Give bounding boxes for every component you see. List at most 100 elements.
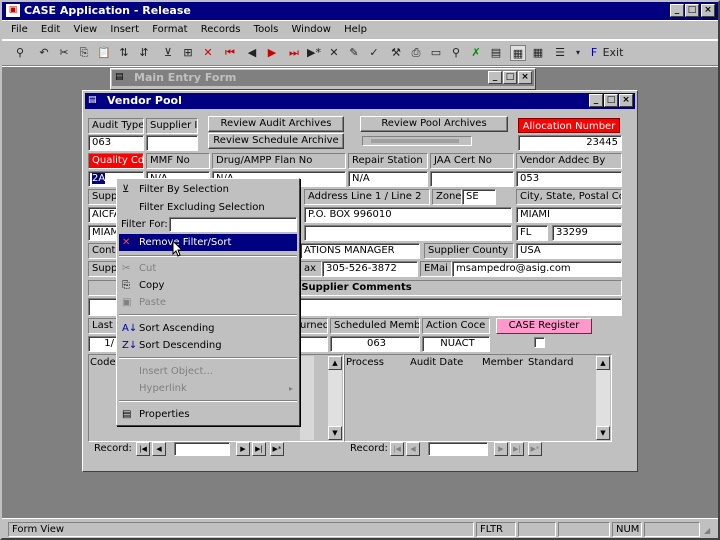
dropdown-icon[interactable]: ▾ xyxy=(570,45,586,61)
vendor-added-by-field[interactable]: 053 xyxy=(516,171,622,187)
spelling-icon[interactable]: ✓ xyxy=(366,45,382,61)
form-view-icon[interactable]: ▦ xyxy=(510,45,526,61)
codes-first-record[interactable]: |◀ xyxy=(136,442,150,456)
codes-next-record[interactable]: ▶ xyxy=(236,442,250,456)
menu-copy[interactable]: ⎘ Copy xyxy=(119,277,297,294)
main-entry-minimize-button[interactable]: _ xyxy=(488,71,502,84)
menu-insert-object[interactable]: Insert Object... xyxy=(119,363,297,380)
audit-next-record[interactable]: ▶ xyxy=(494,442,508,456)
menu-insert[interactable]: Insert xyxy=(110,24,139,35)
contact-title-field[interactable]: ATIONS MANAGER xyxy=(300,243,420,259)
audit-last-record[interactable]: ▶| xyxy=(510,442,524,456)
review-schedule-archive-button[interactable]: Review Schedule Archive xyxy=(208,133,344,149)
filter-for-input[interactable] xyxy=(169,217,297,232)
postal-code-field[interactable]: 33299 xyxy=(552,225,622,241)
audit-scroll-down[interactable]: ▼ xyxy=(596,426,610,440)
codes-scroll-down[interactable]: ▼ xyxy=(328,426,342,440)
case-register-checkbox[interactable] xyxy=(534,337,545,348)
codes-prev-record[interactable]: ◀ xyxy=(152,442,166,456)
supplier-name-field[interactable]: AICFA xyxy=(88,207,118,223)
datasheet-icon[interactable]: ▦ xyxy=(530,45,546,61)
menu-window[interactable]: Window xyxy=(292,24,331,35)
menu-sort-descending[interactable]: Z↓ Sort Descending xyxy=(119,337,297,354)
copy-icon[interactable]: ⎘ xyxy=(76,45,92,61)
zoom-icon[interactable]: ⚲ xyxy=(448,45,464,61)
minimize-button[interactable]: _ xyxy=(670,4,684,17)
vendor-minimize-button[interactable]: _ xyxy=(589,94,603,107)
county-field[interactable]: USA xyxy=(516,243,622,259)
last-record-icon[interactable]: ⏭ xyxy=(286,45,302,61)
menu-remove-filter-sort[interactable]: ✕ Remove Filter/Sort xyxy=(119,234,297,251)
paste-icon[interactable]: 📋 xyxy=(96,45,112,61)
cut-icon[interactable]: ✂ xyxy=(56,45,72,61)
repair-station-field[interactable]: N/A xyxy=(348,171,428,187)
turned-field[interactable] xyxy=(296,336,328,352)
audit-new-record[interactable]: ▶* xyxy=(528,442,542,456)
city-field[interactable]: MIAMI xyxy=(516,207,622,223)
menu-help[interactable]: Help xyxy=(344,24,367,35)
main-entry-close-button[interactable]: × xyxy=(518,71,532,84)
review-pool-archives-button[interactable]: Review Pool Archives xyxy=(360,116,508,132)
menu-cut[interactable]: ✂ Cut xyxy=(119,260,297,277)
filter-by-form-icon[interactable]: ⊞ xyxy=(180,45,196,61)
first-record-icon[interactable]: ⏮ xyxy=(222,45,238,61)
menu-properties[interactable]: ▤ Properties xyxy=(119,406,297,423)
excel-icon[interactable]: ✗ xyxy=(468,45,484,61)
maximize-button[interactable]: □ xyxy=(685,4,699,17)
address-line-1-field[interactable]: P.O. BOX 996010 xyxy=(304,207,512,223)
allocation-number-field[interactable]: 23445 xyxy=(518,135,622,151)
undo-icon[interactable]: ↶ xyxy=(36,45,52,61)
sort-descending-icon[interactable]: ⇵ xyxy=(136,45,152,61)
audit-scroll-track[interactable] xyxy=(596,370,610,426)
audit-first-record[interactable]: |◀ xyxy=(390,442,404,456)
supplier-id-field[interactable] xyxy=(146,135,198,151)
next-record-icon[interactable]: ▶ xyxy=(264,45,280,61)
print-icon[interactable]: ⎙ xyxy=(408,45,424,61)
codes-scroll-track[interactable] xyxy=(328,370,342,426)
fax-field[interactable]: 305-526-3872 xyxy=(322,261,418,277)
address-line-2-field[interactable] xyxy=(304,225,512,241)
menu-format[interactable]: Format xyxy=(152,24,187,35)
close-button[interactable]: × xyxy=(701,4,715,17)
main-entry-maximize-button[interactable]: □ xyxy=(503,71,517,84)
menu-tools[interactable]: Tools xyxy=(254,24,279,35)
codes-scroll-up[interactable]: ▲ xyxy=(328,356,342,370)
menu-edit[interactable]: Edit xyxy=(41,24,60,35)
codes-scrollbar[interactable] xyxy=(300,356,314,440)
audit-type-field[interactable]: 063 xyxy=(88,135,144,151)
menu-filter-by-selection[interactable]: ⊻ Filter By Selection xyxy=(119,181,297,198)
font-icon[interactable]: F xyxy=(586,45,602,61)
jaa-cert-field[interactable] xyxy=(430,171,514,187)
tools-icon[interactable]: ⚒ xyxy=(388,45,404,61)
zone-field[interactable]: SE xyxy=(462,189,496,205)
supplier-name-2-field[interactable]: MIAM xyxy=(88,225,118,241)
action-code-field[interactable]: NUACT xyxy=(422,336,490,352)
last-field[interactable]: 1/ xyxy=(88,336,118,352)
menu-file[interactable]: File xyxy=(11,24,28,35)
resize-grip-icon[interactable]: ◢ xyxy=(704,526,716,536)
save-icon[interactable]: ✎ xyxy=(346,45,362,61)
new-record-icon[interactable]: ▶* xyxy=(306,45,322,61)
email-field[interactable]: msampedro@asig.com xyxy=(452,261,622,277)
print-preview-icon[interactable]: ▭ xyxy=(428,45,444,61)
delete-record-icon[interactable]: ✕ xyxy=(326,45,342,61)
state-field[interactable]: FL xyxy=(516,225,548,241)
review-audit-archives-button[interactable]: Review Audit Archives xyxy=(208,116,344,132)
menu-view[interactable]: View xyxy=(73,24,97,35)
previous-record-icon[interactable]: ◀ xyxy=(244,45,260,61)
sort-ascending-icon[interactable]: ⇅ xyxy=(116,45,132,61)
menu-filter-excluding[interactable]: Filter Excluding Selection xyxy=(119,199,297,216)
filter-by-selection-icon[interactable]: ⊻ xyxy=(160,45,176,61)
binoculars-icon[interactable]: ⚲ xyxy=(12,45,28,61)
audit-record-number[interactable] xyxy=(428,442,488,456)
menu-hyperlink[interactable]: Hyperlink ▸ xyxy=(119,380,297,397)
exit-button[interactable]: Exit xyxy=(602,45,624,61)
form-icon[interactable]: ▤ xyxy=(488,45,504,61)
codes-new-record[interactable]: ▶* xyxy=(270,442,284,456)
list-icon[interactable]: ☰ xyxy=(552,45,568,61)
scheduled-member-field[interactable]: 063 xyxy=(330,336,420,352)
menu-paste[interactable]: ▣ Paste xyxy=(119,294,297,311)
audit-scroll-up[interactable]: ▲ xyxy=(596,356,610,370)
vendor-close-button[interactable]: × xyxy=(619,94,633,107)
menu-sort-ascending[interactable]: A↓ Sort Ascending xyxy=(119,320,297,337)
